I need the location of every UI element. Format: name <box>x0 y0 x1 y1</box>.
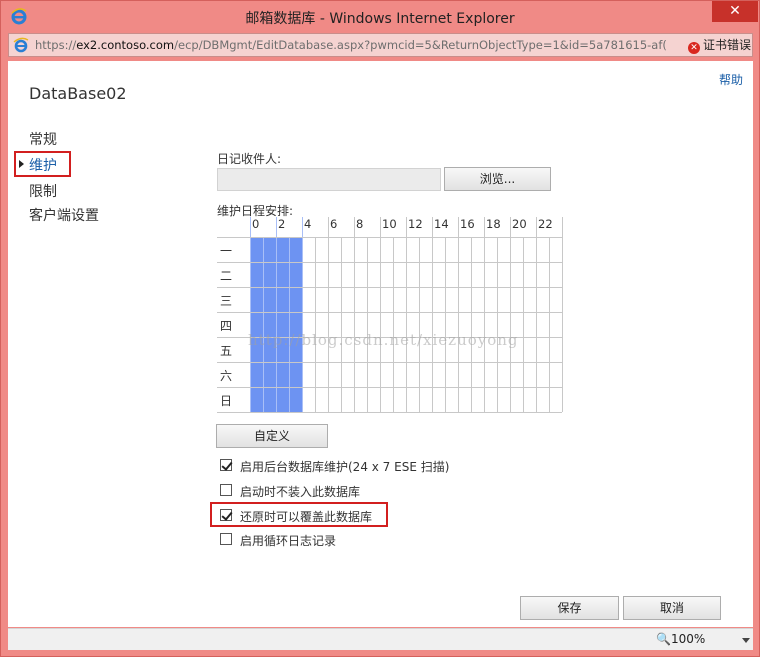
hour-label: 20 <box>512 217 527 231</box>
grid-line <box>354 217 355 412</box>
cancel-button[interactable]: 取消 <box>623 596 721 620</box>
hour-label: 4 <box>304 217 312 231</box>
hour-label: 10 <box>382 217 397 231</box>
day-label: 五 <box>220 344 233 358</box>
hour-label: 16 <box>460 217 475 231</box>
window-title: 邮箱数据库 - Windows Internet Explorer <box>245 11 515 27</box>
grid-line <box>341 237 342 412</box>
grid-line <box>380 217 381 412</box>
checkbox-background-maintenance[interactable] <box>220 459 232 471</box>
grid-line <box>393 237 394 412</box>
customize-button[interactable]: 自定义 <box>216 424 328 448</box>
zoom-control[interactable]: 🔍100% <box>656 632 705 646</box>
grid-line <box>250 217 251 412</box>
ie-page-icon <box>13 37 29 53</box>
day-label: 日 <box>220 394 233 408</box>
day-label: 六 <box>220 369 233 383</box>
grid-line <box>328 217 329 412</box>
database-title: DataBase02 <box>29 84 127 103</box>
hour-label: 14 <box>434 217 449 231</box>
hour-label: 0 <box>252 217 260 231</box>
save-button[interactable]: 保存 <box>520 596 619 620</box>
option-label: 启动时不装入此数据库 <box>240 485 361 499</box>
journal-recipient-field[interactable] <box>217 168 441 191</box>
option-label: 启用循环日志记录 <box>240 534 337 548</box>
grid-line <box>419 237 420 412</box>
grid-line <box>536 217 537 412</box>
day-label: 二 <box>220 269 233 283</box>
grid-line <box>217 237 562 238</box>
title-bar[interactable]: 邮箱数据库 - Windows Internet Explorer ✕ <box>1 1 759 32</box>
watermark-text: http://blog.csdn.net/xiezuoyong <box>248 331 519 349</box>
hour-label: 6 <box>330 217 338 231</box>
grid-line <box>217 287 562 288</box>
grid-line <box>484 217 485 412</box>
url-prefix: https:// <box>35 38 77 52</box>
url-host: ex2.contoso.com <box>76 38 175 52</box>
day-label: 三 <box>220 294 233 308</box>
url-text[interactable]: https://ex2.contoso.com/ecp/DBMgmt/EditD… <box>35 38 675 52</box>
grid-line <box>445 237 446 412</box>
grid-line <box>406 217 407 412</box>
error-x-icon: ✕ <box>688 42 700 54</box>
grid-line <box>289 237 290 412</box>
journal-recipient-label: 日记收件人: <box>217 152 282 166</box>
grid-line <box>497 237 498 412</box>
help-link[interactable]: 帮助 <box>719 71 743 88</box>
grid-line <box>458 217 459 412</box>
grid-line <box>315 237 316 412</box>
close-button[interactable]: ✕ <box>712 1 758 22</box>
zoom-magnifier-icon: 🔍 <box>656 632 671 646</box>
day-label: 四 <box>220 319 233 333</box>
maintenance-schedule-grid[interactable]: 0 2 4 6 8 10 12 14 16 18 20 22 一二三四五六日 <box>217 217 563 413</box>
cert-error-label: 证书错误 <box>703 38 752 52</box>
grid-line <box>549 237 550 412</box>
highlight-box-maintenance <box>14 151 71 177</box>
nav-item-client-settings[interactable]: 客户端设置 <box>29 205 99 225</box>
grid-line <box>217 362 562 363</box>
grid-line <box>276 217 277 412</box>
grid-line <box>432 217 433 412</box>
grid-line <box>510 217 511 412</box>
url-path: /ecp/DBMgmt/EditDatabase.aspx?pwmcid=5&R… <box>174 38 667 52</box>
ie-window: 邮箱数据库 - Windows Internet Explorer ✕ http… <box>0 0 760 657</box>
highlight-box-overwrite-option <box>210 502 388 527</box>
hour-label: 8 <box>356 217 364 231</box>
grid-line <box>217 312 562 313</box>
nav-item-limits[interactable]: 限制 <box>29 181 57 201</box>
grid-line <box>263 237 264 412</box>
hour-label: 12 <box>408 217 423 231</box>
status-bar: 🔍100% <box>8 628 753 650</box>
option-label: 启用后台数据库维护(24 x 7 ESE 扫描) <box>240 460 450 474</box>
grid-line <box>471 237 472 412</box>
checkbox-no-mount-at-startup[interactable] <box>220 484 232 496</box>
grid-line <box>523 237 524 412</box>
zoom-dropdown-icon[interactable] <box>742 638 750 643</box>
grid-line <box>367 237 368 412</box>
day-label: 一 <box>220 244 233 258</box>
address-bar[interactable]: https://ex2.contoso.com/ecp/DBMgmt/EditD… <box>8 33 753 57</box>
grid-line <box>562 217 563 412</box>
browse-button[interactable]: 浏览... <box>444 167 551 191</box>
grid-line <box>217 387 562 388</box>
zoom-level: 100% <box>670 632 706 646</box>
nav-item-general[interactable]: 常规 <box>29 129 57 149</box>
dialog-content: 帮助 DataBase02 常规 维护 限制 客户端设置 日记收件人: 浏览..… <box>8 61 753 627</box>
hour-label: 2 <box>278 217 286 231</box>
grid-line <box>217 412 562 413</box>
hour-label: 22 <box>538 217 553 231</box>
hour-label: 18 <box>486 217 501 231</box>
grid-line <box>302 217 303 412</box>
grid-line <box>217 262 562 263</box>
checkbox-circular-logging[interactable] <box>220 533 232 545</box>
certificate-error-button[interactable]: ✕ 证书错误 <box>680 34 752 56</box>
